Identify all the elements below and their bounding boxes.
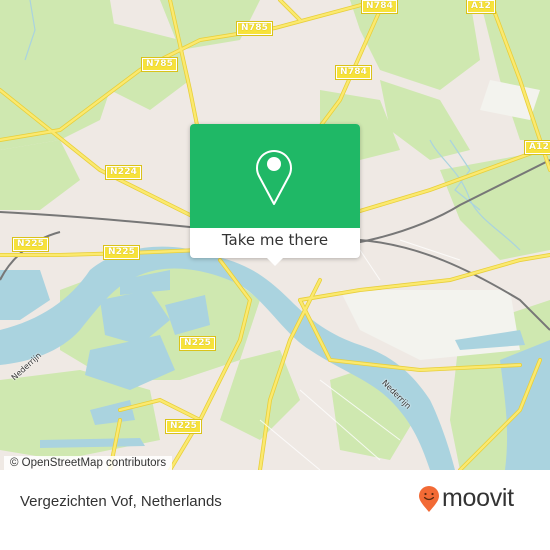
moovit-logo-icon (419, 485, 439, 512)
moovit-logo[interactable]: moovit (418, 484, 514, 513)
popup-pointer (267, 258, 283, 266)
road-shield-n225: N225 (102, 245, 141, 260)
place-name: Vergezichten Vof, Netherlands (20, 493, 222, 510)
take-me-there-button[interactable]: Take me there (190, 228, 360, 258)
location-popup[interactable]: Take me there (190, 124, 360, 266)
map-pin-icon (256, 150, 292, 205)
footer: Vergezichten Vof, Netherlands moovit (0, 470, 550, 550)
popup-header (190, 124, 360, 228)
road-shield-n785: N785 (235, 21, 274, 36)
road-shield-n225: N225 (11, 237, 50, 252)
road-shield-n784: N784 (334, 65, 373, 80)
road-shield-a12: A12 (465, 0, 497, 14)
map-view[interactable]: N785 N785 N784 N784 A12 A12 N224 N225 N2… (0, 0, 550, 470)
road-shield-n225: N225 (164, 419, 203, 434)
road-shield-n225: N225 (178, 336, 217, 351)
road-shield-a12: A12 (523, 140, 550, 155)
map-attribution[interactable]: © OpenStreetMap contributors (4, 456, 173, 470)
road-shield-n784: N784 (360, 0, 399, 14)
road-shield-n224: N224 (104, 165, 143, 180)
road-shield-n785: N785 (140, 57, 179, 72)
brand-name: moovit (442, 484, 514, 512)
